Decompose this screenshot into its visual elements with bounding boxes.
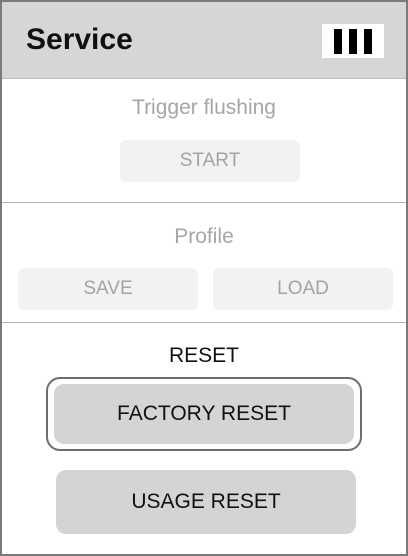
section-divider [2, 322, 406, 323]
battery-bar [334, 28, 342, 54]
factory-reset-button[interactable]: FACTORY RESET [54, 384, 354, 444]
flushing-label: Trigger flushing [132, 96, 276, 119]
start-button[interactable]: START [120, 140, 300, 182]
profile-label: Profile [174, 225, 234, 248]
header-bar: Service [2, 2, 406, 79]
usage-reset-button[interactable]: USAGE RESET [56, 470, 356, 534]
page-title: Service [26, 23, 133, 56]
service-panel: Service Trigger flushing START Profile S… [0, 0, 408, 556]
load-button[interactable]: LOAD [213, 268, 393, 310]
battery-full-icon [322, 24, 384, 58]
reset-label: RESET [168, 344, 239, 367]
section-divider [2, 202, 406, 203]
battery-bar [349, 28, 357, 54]
save-button[interactable]: SAVE [18, 268, 198, 310]
battery-bar [364, 28, 372, 54]
